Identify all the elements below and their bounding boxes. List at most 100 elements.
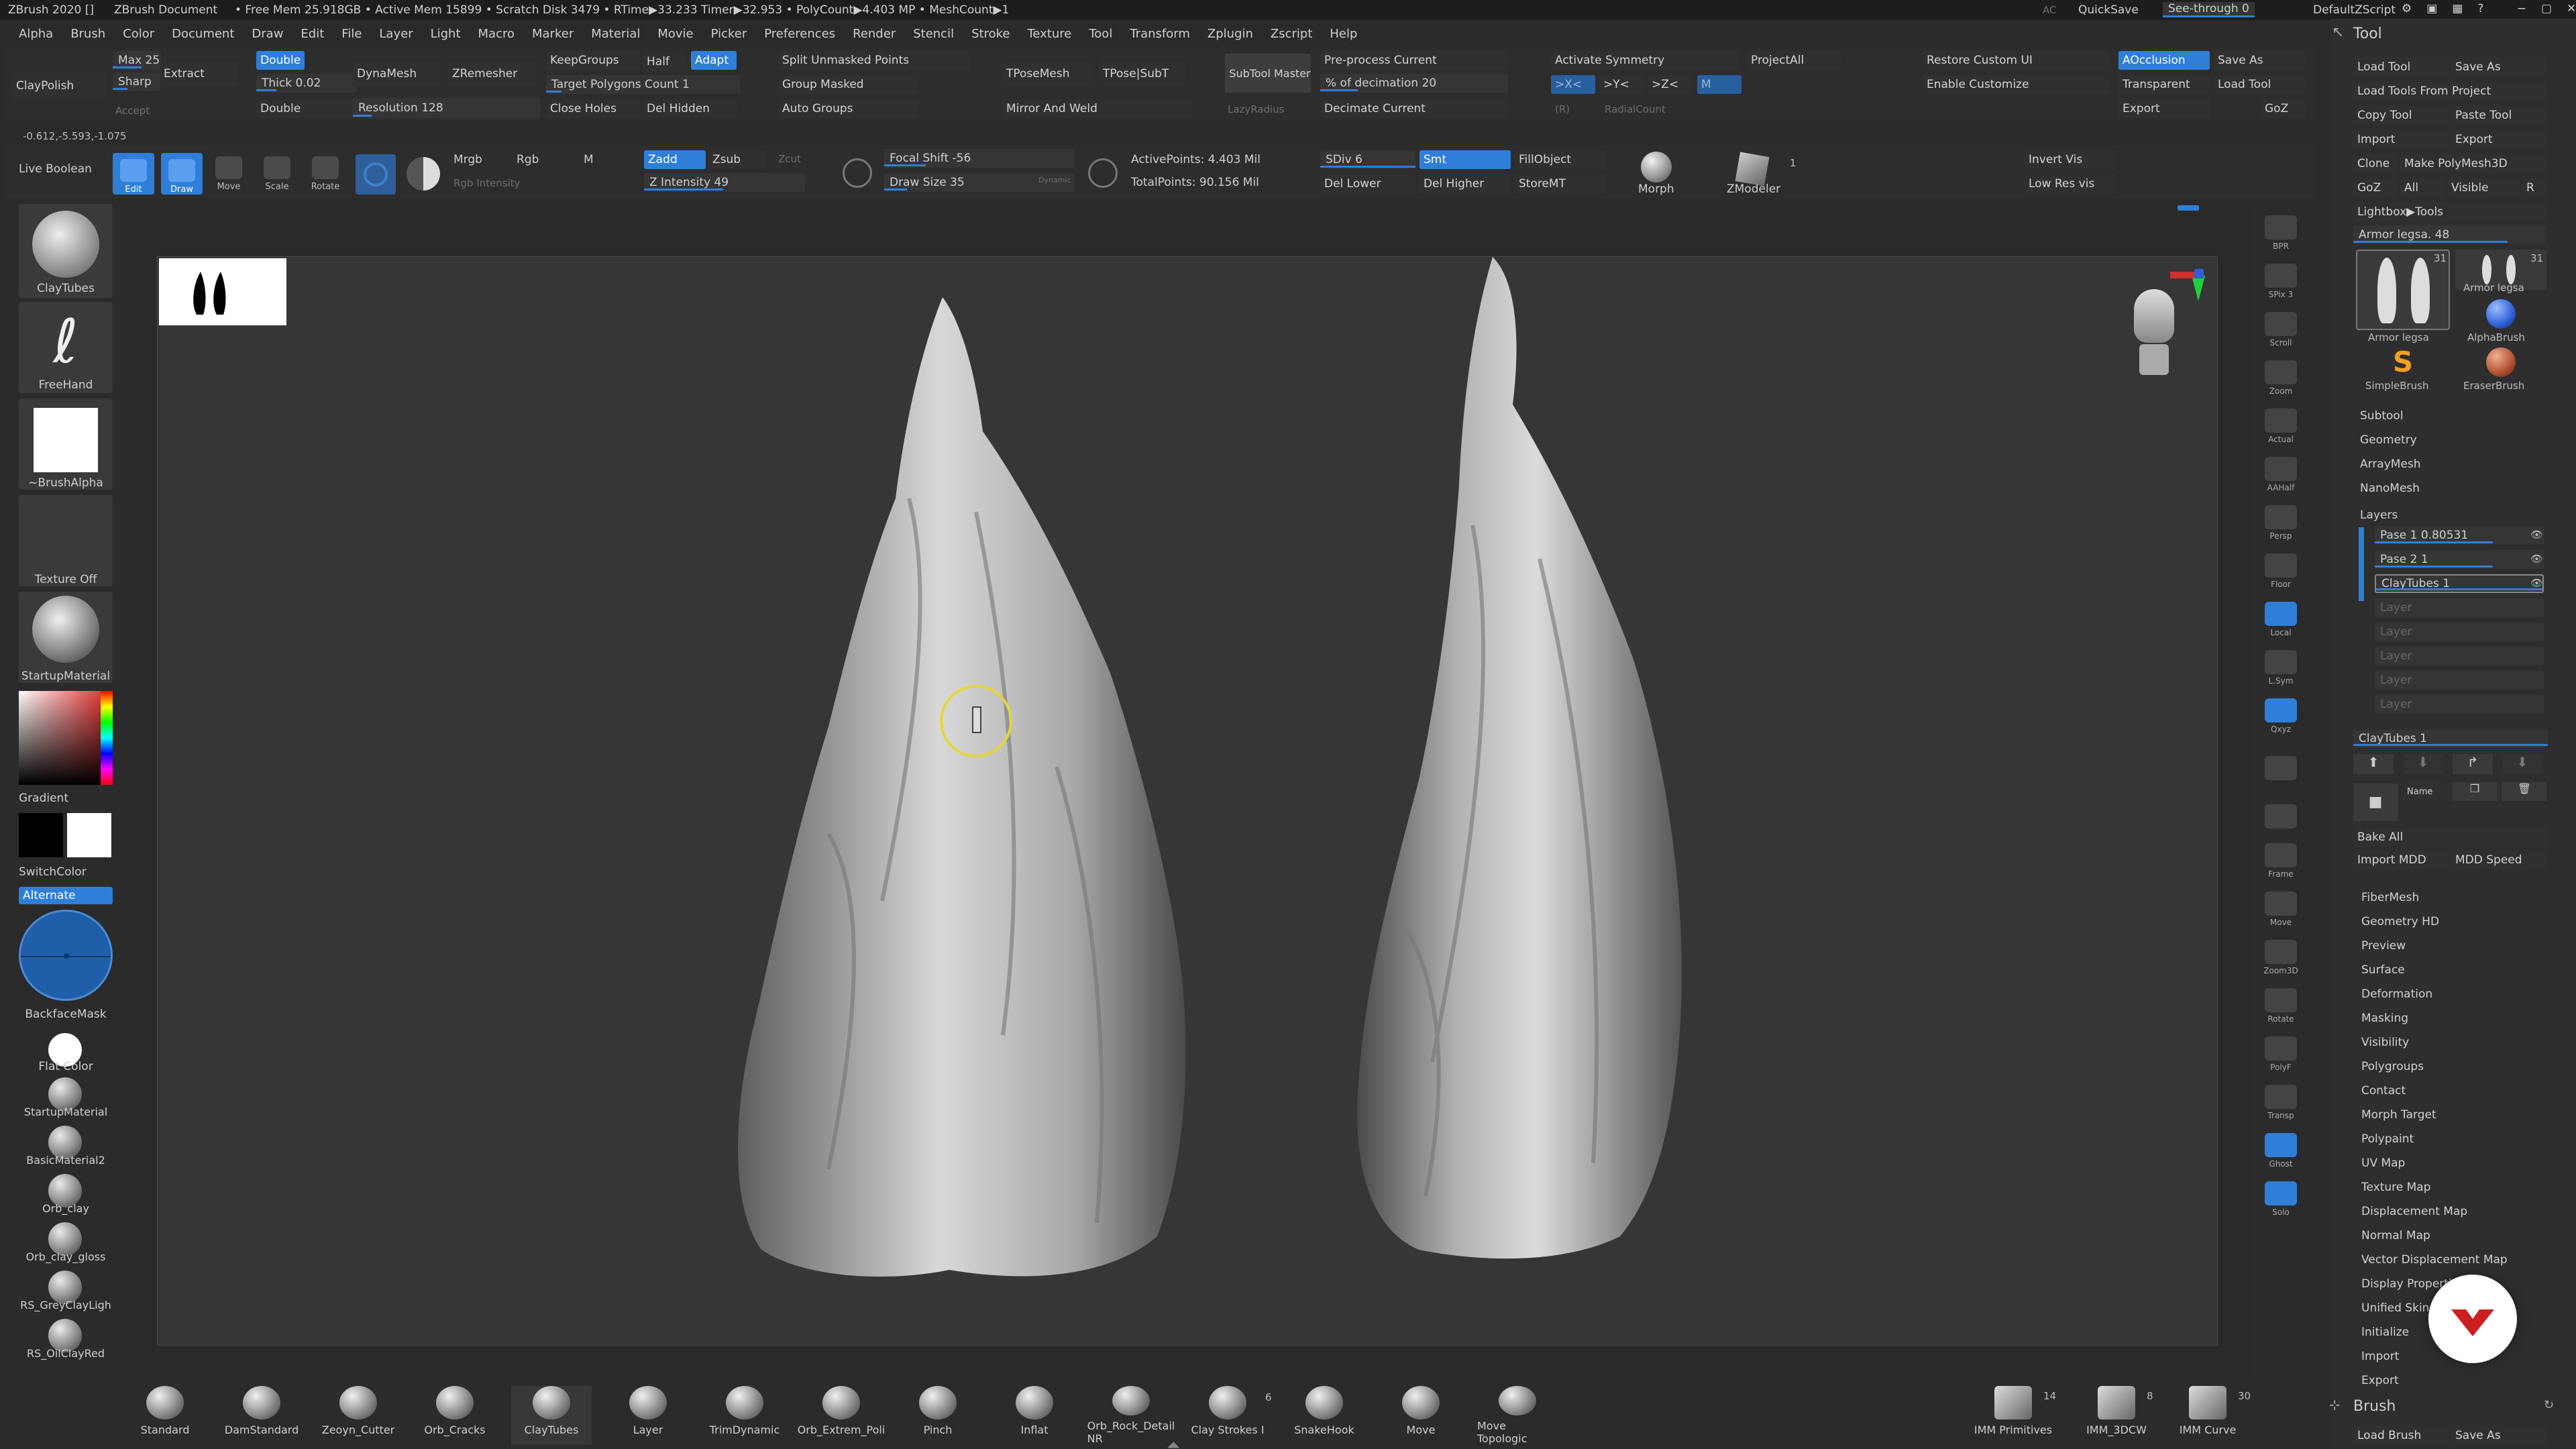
resolution-slider[interactable]: Resolution 128 (353, 98, 541, 118)
layer-row-5[interactable]: Layer (2375, 647, 2544, 665)
thick-slider[interactable]: Thick 0.02 (256, 74, 357, 93)
symmetry-y-toggle[interactable]: >Y< (1599, 75, 1644, 94)
del-hidden-button[interactable]: Del Hidden (643, 99, 737, 118)
projectall-button[interactable]: ProjectAll (1747, 51, 1841, 70)
tool-section-initialize[interactable]: Initialize (2361, 1326, 2409, 1339)
tool-section-morph-target[interactable]: Morph Target (2361, 1108, 2436, 1122)
menu-preferences[interactable]: Preferences (764, 27, 835, 41)
menu-stencil[interactable]: Stencil (913, 27, 954, 41)
menu-stroke[interactable]: Stroke (971, 27, 1010, 41)
shelf-brush-2[interactable]: Zeoyn_Cutter (318, 1386, 398, 1445)
view-11-button[interactable] (2257, 741, 2304, 782)
copy-tool-button[interactable]: Copy Tool (2353, 106, 2449, 125)
recording-badge-icon[interactable] (2428, 1275, 2517, 1363)
layer-visibility-icon-0[interactable]: 👁 (2530, 529, 2543, 541)
save-as-button[interactable]: Save As (2214, 51, 2305, 70)
alphabrush-icon[interactable] (2486, 299, 2516, 329)
shelf-brush-7[interactable]: Orb_Extrem_Poli (798, 1386, 885, 1445)
hue-strip[interactable] (101, 691, 113, 785)
tool-section-polygroups[interactable]: Polygroups (2361, 1060, 2424, 1073)
rgb-toggle[interactable]: Rgb (517, 153, 539, 166)
menu-help[interactable]: Help (1330, 27, 1357, 41)
shelf-brush-6[interactable]: TrimDynamic (704, 1386, 785, 1445)
clone-button[interactable]: Clone (2353, 154, 2398, 173)
spotlight-icon[interactable] (407, 157, 440, 191)
del-higher-button[interactable]: Del Higher (1419, 174, 1511, 193)
mirror-and-weld-button[interactable]: Mirror And Weld (1002, 99, 1191, 118)
brush-panel-collapse-icon[interactable]: ↻ (2544, 1398, 2554, 1412)
color-picker[interactable] (19, 691, 113, 785)
layer-visibility-icon-1[interactable]: 👁 (2530, 553, 2543, 565)
tool-section-normal-map[interactable]: Normal Map (2361, 1229, 2430, 1242)
tool-section-arraymesh[interactable]: ArrayMesh (2360, 458, 2421, 471)
lightbox-tools-button[interactable]: Lightbox▶Tools (2353, 203, 2546, 221)
layer-row-0[interactable]: Pase 1 0.80531 (2375, 526, 2544, 545)
tool-section-unified-skin[interactable]: Unified Skin (2361, 1301, 2429, 1315)
fill-object-button[interactable]: FillObject (1515, 150, 1606, 169)
backface-mask-label[interactable]: BackfaceMask (19, 1008, 113, 1021)
view-12-button[interactable] (2257, 789, 2304, 830)
menu-tool[interactable]: Tool (1089, 27, 1112, 41)
shelf-brush-4[interactable]: ClayTubes (511, 1386, 592, 1445)
tool-save-as-button[interactable]: Save As (2451, 58, 2546, 76)
layers-scrollbar[interactable] (2359, 527, 2364, 601)
simplebrush-icon[interactable]: S (2388, 347, 2418, 377)
view-9-button[interactable]: L.Sym (2257, 644, 2304, 686)
extract-button[interactable]: Extract (160, 62, 239, 86)
tool-section-contact[interactable]: Contact (2361, 1084, 2406, 1097)
gradient-label[interactable]: Gradient (19, 792, 113, 805)
layer-trash-icon[interactable]: 🗑 (2502, 782, 2546, 801)
menu-color[interactable]: Color (123, 27, 154, 41)
view-20-button[interactable]: Solo (2257, 1175, 2304, 1217)
menu-picker[interactable]: Picker (711, 27, 747, 41)
layer-visibility-icon-2[interactable]: 👁 (2530, 577, 2543, 589)
menu-movie[interactable]: Movie (657, 27, 693, 41)
lazyradius-slider[interactable]: LazyRadius (1228, 103, 1285, 115)
bake-all-button[interactable]: Bake All (2353, 828, 2548, 847)
menu-texture[interactable]: Texture (1027, 27, 1071, 41)
draw-button[interactable]: Draw (161, 153, 203, 195)
flat-color-label[interactable]: Flat Color (19, 1060, 113, 1073)
menu-zscript[interactable]: Zscript (1271, 27, 1313, 41)
brush-save-as-button[interactable]: Save As (2451, 1426, 2546, 1445)
shelf-brush-5[interactable]: Layer (608, 1386, 688, 1445)
layer-split-icon[interactable]: ↱ (2453, 754, 2493, 774)
move-button[interactable]: Move (209, 153, 248, 192)
export-button[interactable]: Export (2118, 99, 2210, 118)
double-toggle[interactable]: Double (256, 51, 305, 70)
view-19-button[interactable]: Ghost (2257, 1127, 2304, 1169)
menu-zplugin[interactable]: Zplugin (1208, 27, 1253, 41)
tool-load-button[interactable]: Load Tool (2353, 58, 2449, 76)
subtool-master-button[interactable]: SubTool Master (1225, 54, 1311, 93)
tool-export-button[interactable]: Export (2451, 130, 2546, 149)
shelf-brush-9[interactable]: Inflat (994, 1386, 1075, 1445)
brush-panel-icon[interactable]: ⊹ (2329, 1397, 2341, 1413)
double-button[interactable]: Double (256, 99, 357, 118)
menu-document[interactable]: Document (172, 27, 234, 41)
backface-mask-icon[interactable] (19, 910, 113, 1001)
tool-section-surface[interactable]: Surface (2361, 963, 2405, 977)
mdd-speed-slider[interactable]: MDD Speed (2451, 851, 2546, 869)
zcut-toggle[interactable]: Zcut (778, 153, 801, 165)
view-8-button[interactable]: Local (2257, 596, 2304, 637)
menu-draw[interactable]: Draw (252, 27, 283, 41)
view-18-button[interactable]: Transp (2257, 1079, 2304, 1120)
view-17-button[interactable]: PolyF (2257, 1030, 2304, 1072)
tool-section-nanomesh[interactable]: NanoMesh (2360, 482, 2420, 495)
tool-section-subtool[interactable]: Subtool (2360, 409, 2404, 423)
storemt-button[interactable]: StoreMT (1515, 174, 1606, 193)
tool-section-polypaint[interactable]: Polypaint (2361, 1132, 2414, 1146)
view-13-button[interactable]: Frame (2257, 837, 2304, 879)
menu-alpha[interactable]: Alpha (19, 27, 53, 41)
bottom-shelf-handle[interactable]: ◢◣ (1167, 1440, 1208, 1449)
armor-tool-slider[interactable]: Armor legsa. 48 (2353, 225, 2546, 244)
layer-row-1[interactable]: Pase 2 1 (2375, 550, 2544, 569)
shelf-brush-10[interactable]: Orb_Rock_Detail NR (1087, 1386, 1175, 1445)
invert-vis-button[interactable]: Invert Vis (2025, 150, 2116, 169)
activate-symmetry-button[interactable]: Activate Symmetry (1551, 51, 1739, 70)
tool-section-uv-map[interactable]: UV Map (2361, 1157, 2405, 1170)
tool-section-texture-map[interactable]: Texture Map (2361, 1181, 2431, 1194)
view-5-button[interactable]: AAHalf (2257, 451, 2304, 492)
shelf-brush-3[interactable]: Orb_Cracks (415, 1386, 495, 1445)
half-toggle[interactable]: Half (643, 52, 686, 71)
